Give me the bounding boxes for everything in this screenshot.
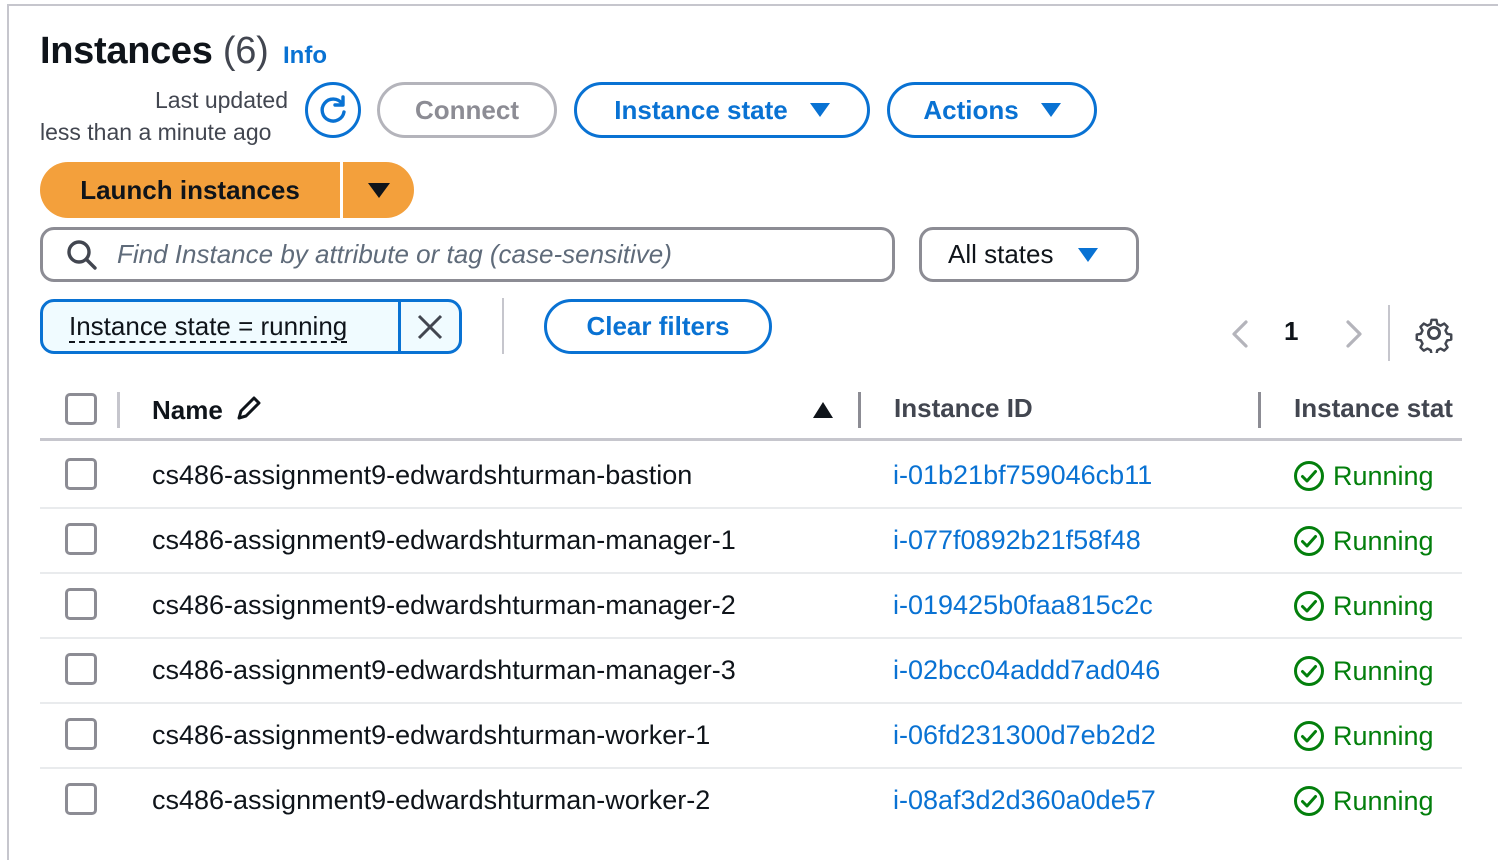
instance-id-link[interactable]: i-01b21bf759046cb11 bbox=[893, 460, 1152, 491]
select-all-checkbox[interactable] bbox=[65, 393, 97, 425]
instance-name: cs486-assignment9-edwardshturman-manager… bbox=[152, 590, 736, 620]
instance-id-link[interactable]: i-06fd231300d7eb2d2 bbox=[893, 720, 1156, 751]
table-preferences-button[interactable] bbox=[1414, 313, 1454, 358]
refresh-icon bbox=[320, 95, 346, 123]
info-link[interactable]: Info bbox=[283, 42, 327, 70]
pager-divider bbox=[1388, 305, 1390, 361]
instance-state-label: Running bbox=[1333, 460, 1434, 491]
instance-name: cs486-assignment9-edwardshturman-worker-… bbox=[152, 720, 711, 750]
state-filter-value: All states bbox=[948, 239, 1054, 269]
previous-page-button[interactable] bbox=[1226, 314, 1254, 354]
filter-token-text: Instance state = running bbox=[69, 311, 348, 343]
clear-filters-button[interactable]: Clear filters bbox=[544, 299, 772, 354]
row-divider bbox=[40, 637, 1462, 639]
search-icon bbox=[67, 239, 97, 270]
remove-filter-button[interactable] bbox=[398, 302, 459, 351]
instance-id-link[interactable]: i-02bcc04addd7ad046 bbox=[893, 655, 1160, 686]
table-header-divider bbox=[40, 438, 1462, 441]
instance-state: Running bbox=[1293, 460, 1434, 492]
chevron-left-icon bbox=[1232, 320, 1248, 348]
toolbar-divider bbox=[502, 298, 504, 354]
row-divider bbox=[40, 767, 1462, 769]
current-page[interactable]: 1 bbox=[1284, 316, 1298, 347]
instance-state: Running bbox=[1293, 785, 1434, 817]
column-resizer[interactable] bbox=[858, 392, 861, 428]
next-page-button[interactable] bbox=[1340, 314, 1368, 354]
instance-count: (6) bbox=[222, 30, 269, 72]
instance-name: cs486-assignment9-edwardshturman-bastion bbox=[152, 460, 693, 490]
instance-state-button-label: Instance state bbox=[614, 94, 788, 125]
chevron-right-icon bbox=[1346, 320, 1362, 348]
instance-state-label: Running bbox=[1333, 720, 1434, 751]
status-success-icon bbox=[1294, 656, 1324, 686]
column-header-name[interactable]: Name bbox=[152, 393, 264, 426]
refresh-button[interactable] bbox=[305, 82, 361, 138]
gear-icon bbox=[1415, 318, 1453, 356]
column-header-instance-id[interactable]: Instance ID bbox=[894, 393, 1033, 424]
instance-state: Running bbox=[1293, 655, 1434, 687]
row-checkbox[interactable] bbox=[65, 718, 97, 750]
last-updated-value: less than a minute ago bbox=[40, 119, 272, 145]
instance-state-label: Running bbox=[1333, 785, 1434, 816]
page-title: Instances (6) bbox=[40, 30, 269, 73]
status-success-icon bbox=[1294, 461, 1324, 491]
instance-state-label: Running bbox=[1333, 655, 1434, 686]
column-header-instance-state[interactable]: Instance stat bbox=[1294, 393, 1453, 424]
row-checkbox[interactable] bbox=[65, 783, 97, 815]
instance-state: Running bbox=[1293, 590, 1434, 622]
connect-button-label: Connect bbox=[415, 94, 519, 125]
search-input[interactable] bbox=[117, 239, 877, 270]
row-checkbox[interactable] bbox=[65, 458, 97, 490]
status-success-icon bbox=[1294, 591, 1324, 621]
launch-instances-button[interactable]: Launch instances bbox=[40, 162, 340, 218]
launch-options-dropdown[interactable] bbox=[343, 162, 414, 218]
last-updated: Last updated less than a minute ago bbox=[40, 84, 288, 148]
page-title-text: Instances bbox=[40, 30, 213, 72]
column-header-name-label: Name bbox=[152, 395, 223, 425]
close-icon bbox=[418, 314, 443, 339]
last-updated-label: Last updated bbox=[154, 87, 288, 113]
edit-icon bbox=[237, 396, 261, 420]
instance-name: cs486-assignment9-edwardshturman-worker-… bbox=[152, 785, 711, 815]
filter-token: Instance state = running bbox=[40, 299, 462, 354]
row-checkbox[interactable] bbox=[65, 588, 97, 620]
table-clip bbox=[1462, 380, 1498, 860]
instance-name: cs486-assignment9-edwardshturman-manager… bbox=[152, 655, 736, 685]
connect-button[interactable]: Connect bbox=[377, 82, 557, 138]
row-divider bbox=[40, 507, 1462, 509]
instance-state: Running bbox=[1293, 720, 1434, 752]
instance-state-label: Running bbox=[1333, 525, 1434, 556]
column-divider bbox=[117, 392, 120, 428]
status-success-icon bbox=[1294, 526, 1324, 556]
instance-state-label: Running bbox=[1333, 590, 1434, 621]
caret-down-icon bbox=[1040, 103, 1061, 117]
row-divider bbox=[40, 572, 1462, 574]
status-success-icon bbox=[1294, 721, 1324, 751]
sort-ascending-icon[interactable] bbox=[811, 400, 835, 420]
caret-down-icon bbox=[367, 182, 390, 198]
instance-id-link[interactable]: i-077f0892b21f58f48 bbox=[893, 525, 1141, 556]
instance-id-link[interactable]: i-019425b0faa815c2c bbox=[893, 590, 1153, 621]
instance-state: Running bbox=[1293, 525, 1434, 557]
search-bar bbox=[40, 227, 895, 282]
filter-token-label[interactable]: Instance state = running bbox=[43, 311, 398, 343]
row-checkbox[interactable] bbox=[65, 523, 97, 555]
status-success-icon bbox=[1294, 786, 1324, 816]
actions-button[interactable]: Actions bbox=[887, 82, 1097, 138]
state-filter-select[interactable]: All states bbox=[919, 227, 1139, 282]
instance-name: cs486-assignment9-edwardshturman-manager… bbox=[152, 525, 736, 555]
clear-filters-label: Clear filters bbox=[586, 311, 730, 341]
row-checkbox[interactable] bbox=[65, 653, 97, 685]
column-resizer[interactable] bbox=[1258, 392, 1261, 428]
launch-instances-split-button: Launch instances bbox=[40, 162, 414, 218]
caret-down-icon bbox=[1077, 247, 1098, 262]
row-divider bbox=[40, 702, 1462, 704]
actions-button-label: Actions bbox=[923, 94, 1019, 125]
instance-state-button[interactable]: Instance state bbox=[574, 82, 870, 138]
caret-down-icon bbox=[809, 103, 830, 117]
instance-id-link[interactable]: i-08af3d2d360a0de57 bbox=[893, 785, 1156, 816]
